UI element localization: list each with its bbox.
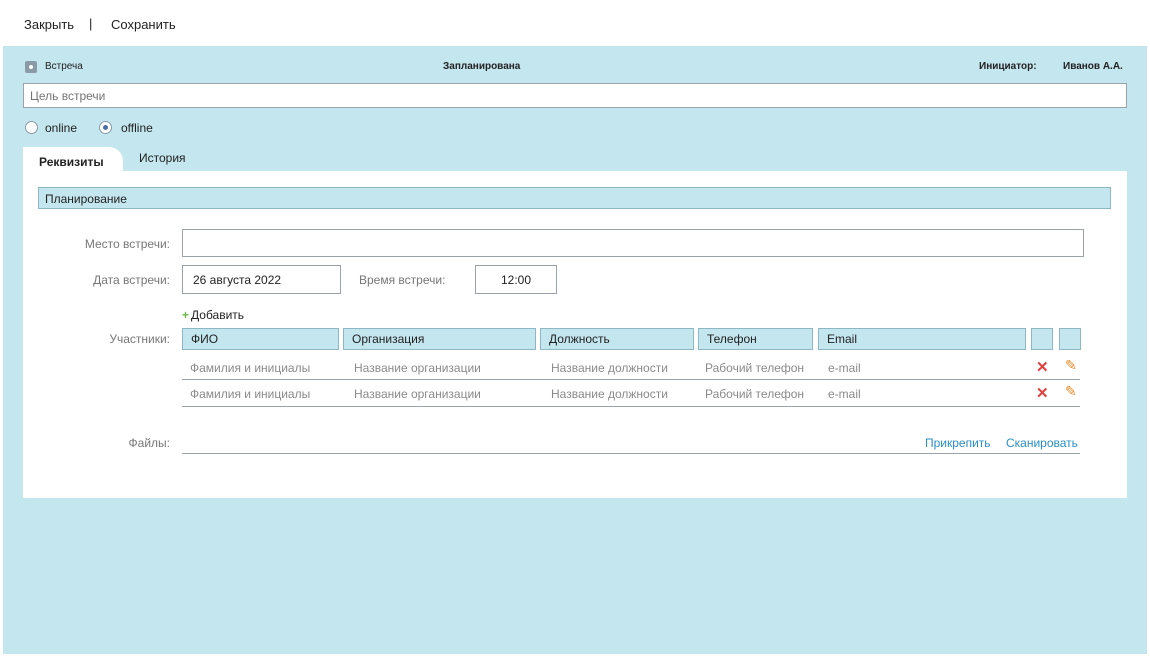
place-label: Место встречи: (84, 237, 170, 251)
toolbar-separator: | (89, 16, 93, 31)
column-header-edit (1059, 328, 1081, 350)
date-input[interactable]: 26 августа 2022 (182, 265, 341, 294)
close-button[interactable]: Закрыть (24, 17, 74, 32)
radio-online-label: online (45, 121, 78, 135)
row-divider (182, 406, 1080, 407)
status-label: Запланирована (443, 61, 521, 72)
column-header-position: Должность (540, 328, 694, 350)
cell-fio: Фамилия и инициалы (190, 387, 311, 401)
cell-email: e-mail (828, 361, 861, 375)
close-icon[interactable]: ✕ (1036, 358, 1049, 376)
participants-label: Участники: (109, 332, 170, 346)
cell-position: Название должности (551, 361, 668, 375)
cell-phone: Рабочий телефон (705, 387, 805, 401)
scan-link[interactable]: Сканировать (1006, 436, 1078, 450)
pencil-icon[interactable]: ✎ (1065, 383, 1077, 400)
tab-requisites[interactable]: Реквизиты (23, 147, 123, 171)
requisites-panel: Планирование Место встречи: Дата встречи… (23, 171, 1127, 498)
close-icon[interactable]: ✕ (1036, 384, 1049, 402)
date-label: Дата встречи: (93, 273, 170, 287)
cell-email: e-mail (828, 387, 861, 401)
files-underline (182, 453, 1080, 454)
radio-offline[interactable] (99, 121, 112, 134)
purpose-input[interactable] (23, 83, 1127, 108)
cell-position: Название должности (551, 387, 668, 401)
meeting-type-icon (25, 61, 37, 73)
planning-section-header: Планирование (38, 187, 1111, 209)
radio-online[interactable] (25, 121, 38, 134)
files-label: Файлы: (128, 436, 170, 450)
radio-offline-label: offline (121, 121, 153, 135)
cell-organization: Название организации (354, 387, 481, 401)
column-header-fio: ФИО (182, 328, 339, 350)
meeting-card: Встреча Запланирована Инициатор: Иванов … (3, 46, 1147, 654)
tab-history[interactable]: История (139, 151, 186, 165)
row-divider (182, 379, 1080, 380)
column-header-organization: Организация (343, 328, 536, 350)
attach-link[interactable]: Прикрепить (925, 436, 991, 450)
column-header-phone: Телефон (698, 328, 813, 350)
toolbar: Закрыть | Сохранить (0, 0, 1150, 46)
column-header-delete (1031, 328, 1053, 350)
cell-fio: Фамилия и инициалы (190, 361, 311, 375)
initiator-label: Инициатор: (979, 61, 1037, 72)
plus-icon: + (182, 308, 190, 322)
place-input[interactable] (182, 229, 1084, 257)
initiator-name: Иванов А.А. (1063, 61, 1123, 72)
add-participant-button[interactable]: + Добавить (182, 308, 244, 322)
cell-organization: Название организации (354, 361, 481, 375)
pencil-icon[interactable]: ✎ (1065, 357, 1077, 374)
time-label: Время встречи: (359, 273, 446, 287)
save-button[interactable]: Сохранить (111, 17, 176, 32)
column-header-email: Email (818, 328, 1026, 350)
cell-phone: Рабочий телефон (705, 361, 805, 375)
add-participant-label: Добавить (191, 308, 245, 322)
card-header: Встреча Запланирована Инициатор: Иванов … (3, 46, 1147, 86)
time-input[interactable]: 12:00 (475, 265, 557, 294)
meeting-type-label: Встреча (45, 61, 83, 72)
